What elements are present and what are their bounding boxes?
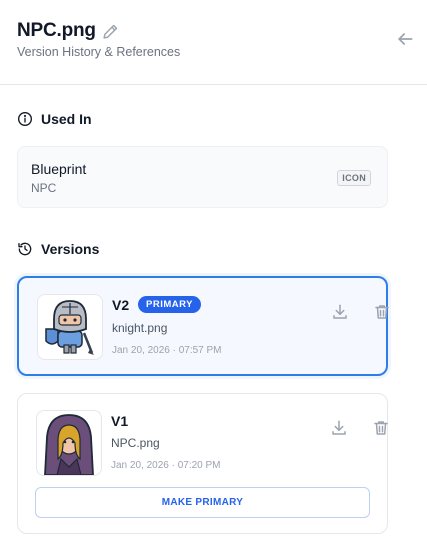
version-date: Jan 20, 2026 · 07:20 PM <box>111 460 221 471</box>
primary-badge: PRIMARY <box>138 296 201 313</box>
versions-heading: Versions <box>17 240 99 258</box>
usage-type-badge: ICON <box>337 170 371 186</box>
download-icon[interactable] <box>331 303 349 321</box>
version-card-v1[interactable]: V1 NPC.png Jan 20, 2026 · 07:20 PM MAKE … <box>17 393 388 534</box>
make-primary-button[interactable]: MAKE PRIMARY <box>35 487 370 518</box>
download-icon[interactable] <box>330 419 348 437</box>
version-thumbnail <box>36 410 102 476</box>
versions-label: Versions <box>41 241 100 257</box>
used-in-item-sub: NPC <box>31 181 57 195</box>
used-in-item[interactable]: Blueprint NPC ICON <box>17 146 388 208</box>
used-in-item-name: Blueprint <box>31 161 87 177</box>
trash-icon[interactable] <box>373 303 391 321</box>
version-label: V2 <box>112 297 130 313</box>
trash-icon[interactable] <box>372 419 390 437</box>
version-filename: knight.png <box>112 321 168 335</box>
hooded-figure-image <box>44 414 94 475</box>
file-title: NPC.png <box>17 20 96 41</box>
used-in-heading: Used In <box>17 110 92 128</box>
arrow-left-icon[interactable] <box>395 29 415 49</box>
version-label: V1 <box>111 413 129 429</box>
history-icon <box>18 242 32 256</box>
knight-image <box>45 300 94 355</box>
panel-header: NPC.png Version History & References <box>0 0 427 85</box>
info-icon <box>18 112 32 126</box>
used-in-label: Used In <box>41 111 92 127</box>
version-thumbnail <box>37 294 103 360</box>
panel-subtitle: Version History & References <box>17 45 181 59</box>
version-date: Jan 20, 2026 · 07:57 PM <box>112 345 222 356</box>
version-filename: NPC.png <box>111 436 160 450</box>
pencil-icon[interactable] <box>102 23 119 40</box>
version-card-v2[interactable]: V2 PRIMARY knight.png Jan 20, 2026 · 07:… <box>17 276 391 376</box>
